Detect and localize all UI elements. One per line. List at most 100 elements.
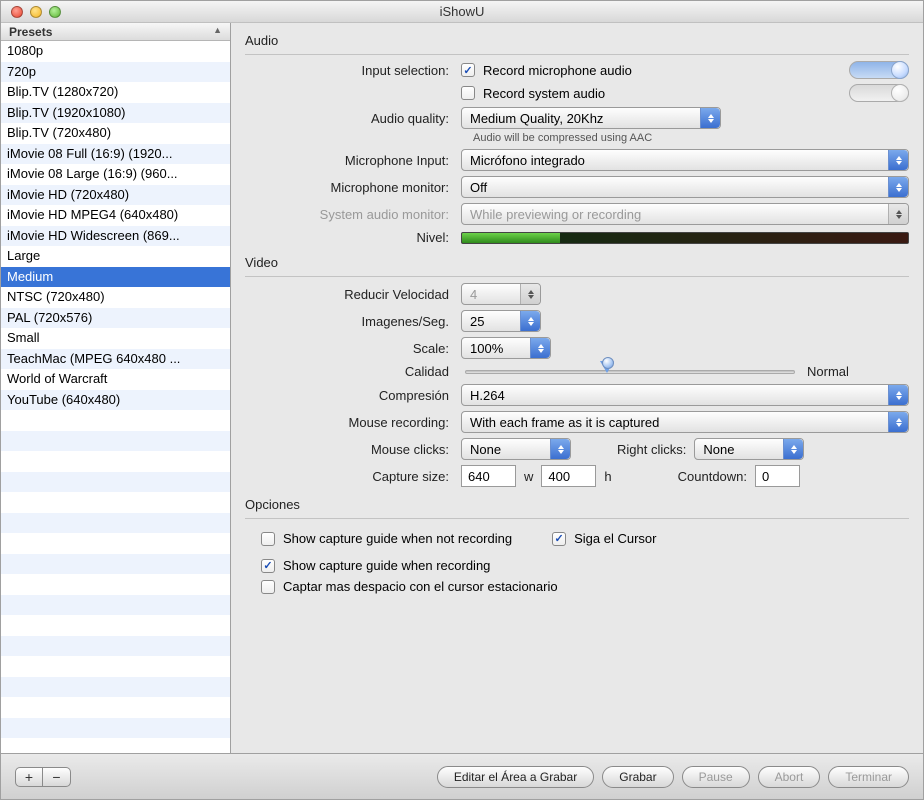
- preset-row[interactable]: [1, 595, 230, 616]
- preset-row[interactable]: [1, 451, 230, 472]
- show-guide-rec-label: Show capture guide when recording: [283, 558, 490, 573]
- mouse-recording-label: Mouse recording:: [231, 415, 461, 430]
- capture-width-input[interactable]: 640: [461, 465, 516, 487]
- sort-icon: ▲: [213, 25, 222, 40]
- preset-row[interactable]: [1, 472, 230, 493]
- reduce-speed-select: 4: [461, 283, 541, 305]
- mouse-clicks-label: Mouse clicks:: [231, 442, 461, 457]
- compression-select[interactable]: H.264: [461, 384, 909, 406]
- show-guide-notrec-label: Show capture guide when not recording: [283, 531, 512, 546]
- right-clicks-label: Right clicks:: [617, 442, 686, 457]
- sys-monitor-label: System audio monitor:: [231, 207, 461, 222]
- follow-cursor-checkbox[interactable]: [552, 532, 566, 546]
- record-mic-label: Record microphone audio: [483, 63, 632, 78]
- presets-header-label: Presets: [9, 25, 52, 40]
- preset-row[interactable]: NTSC (720x480): [1, 287, 230, 308]
- main-panel: Audio Input selection: Record microphone…: [231, 23, 923, 753]
- pause-button: Pause: [682, 766, 750, 788]
- preset-row[interactable]: [1, 636, 230, 657]
- preset-row[interactable]: [1, 533, 230, 554]
- input-selection-label: Input selection:: [231, 63, 461, 78]
- finish-button: Terminar: [828, 766, 909, 788]
- preset-row[interactable]: [1, 554, 230, 575]
- audio-quality-label: Audio quality:: [231, 111, 461, 126]
- level-label: Nivel:: [231, 230, 461, 245]
- countdown-input[interactable]: 0: [755, 465, 800, 487]
- fps-label: Imagenes/Seg.: [231, 314, 461, 329]
- audio-section-label: Audio: [245, 33, 909, 48]
- mic-monitor-label: Microphone monitor:: [231, 180, 461, 195]
- abort-button: Abort: [758, 766, 821, 788]
- preset-row[interactable]: Blip.TV (1920x1080): [1, 103, 230, 124]
- mic-input-select[interactable]: Micrófono integrado: [461, 149, 909, 171]
- preset-row[interactable]: World of Warcraft: [1, 369, 230, 390]
- footer-toolbar: + − Editar el Área a Grabar Grabar Pause…: [1, 753, 923, 799]
- preset-row[interactable]: Blip.TV (1280x720): [1, 82, 230, 103]
- preset-row[interactable]: [1, 513, 230, 534]
- preset-row[interactable]: iMovie HD (720x480): [1, 185, 230, 206]
- window: iShowU Presets ▲ 1080p720pBlip.TV (1280x…: [0, 0, 924, 800]
- compression-label: Compresión: [231, 388, 461, 403]
- mouse-recording-select[interactable]: With each frame as it is captured: [461, 411, 909, 433]
- add-preset-button[interactable]: +: [15, 767, 43, 787]
- preset-row[interactable]: [1, 431, 230, 452]
- preset-row[interactable]: iMovie HD Widescreen (869...: [1, 226, 230, 247]
- preset-row[interactable]: Medium: [1, 267, 230, 288]
- preset-row[interactable]: PAL (720x576): [1, 308, 230, 329]
- scale-select[interactable]: 100%: [461, 337, 551, 359]
- preset-row[interactable]: Small: [1, 328, 230, 349]
- record-system-checkbox[interactable]: [461, 86, 475, 100]
- preset-row[interactable]: [1, 697, 230, 718]
- scale-label: Scale:: [231, 341, 461, 356]
- slow-cursor-label: Captar mas despacio con el cursor estaci…: [283, 579, 558, 594]
- right-clicks-select[interactable]: None: [694, 438, 804, 460]
- fps-select[interactable]: 25: [461, 310, 541, 332]
- preset-row[interactable]: YouTube (640x480): [1, 390, 230, 411]
- preset-row[interactable]: [1, 492, 230, 513]
- system-audio-switch[interactable]: [849, 84, 909, 102]
- preset-row[interactable]: iMovie 08 Large (16:9) (960...: [1, 164, 230, 185]
- record-mic-checkbox[interactable]: [461, 63, 475, 77]
- preset-row[interactable]: TeachMac (MPEG 640x480 ...: [1, 349, 230, 370]
- quality-value-text: Normal: [807, 364, 849, 379]
- preset-row[interactable]: [1, 718, 230, 739]
- preset-row[interactable]: Large: [1, 246, 230, 267]
- audio-level-meter: [461, 232, 909, 244]
- record-system-label: Record system audio: [483, 86, 605, 101]
- mouse-clicks-select[interactable]: None: [461, 438, 571, 460]
- mic-input-label: Microphone Input:: [231, 153, 461, 168]
- remove-preset-button[interactable]: −: [43, 767, 71, 787]
- quality-slider-knob[interactable]: [600, 361, 614, 373]
- record-button[interactable]: Grabar: [602, 766, 673, 788]
- preset-row[interactable]: 720p: [1, 62, 230, 83]
- titlebar: iShowU: [1, 1, 923, 23]
- presets-sidebar: Presets ▲ 1080p720pBlip.TV (1280x720)Bli…: [1, 23, 231, 753]
- preset-list: 1080p720pBlip.TV (1280x720)Blip.TV (1920…: [1, 41, 230, 753]
- preset-row[interactable]: [1, 574, 230, 595]
- options-section-label: Opciones: [245, 497, 909, 512]
- preset-row[interactable]: iMovie HD MPEG4 (640x480): [1, 205, 230, 226]
- preset-row[interactable]: 1080p: [1, 41, 230, 62]
- slow-cursor-checkbox[interactable]: [261, 580, 275, 594]
- countdown-label: Countdown:: [678, 469, 747, 484]
- quality-slider[interactable]: [465, 370, 795, 374]
- capture-w-label: w: [524, 469, 533, 484]
- mic-enable-switch[interactable]: [849, 61, 909, 79]
- show-guide-rec-checkbox[interactable]: [261, 559, 275, 573]
- preset-row[interactable]: Blip.TV (720x480): [1, 123, 230, 144]
- video-section-label: Video: [245, 255, 909, 270]
- follow-cursor-label: Siga el Cursor: [574, 531, 656, 546]
- preset-row[interactable]: [1, 615, 230, 636]
- show-guide-notrec-checkbox[interactable]: [261, 532, 275, 546]
- preset-row[interactable]: [1, 656, 230, 677]
- quality-label: Calidad: [231, 364, 461, 379]
- presets-header[interactable]: Presets ▲: [1, 23, 230, 41]
- capture-height-input[interactable]: 400: [541, 465, 596, 487]
- edit-area-button[interactable]: Editar el Área a Grabar: [437, 766, 594, 788]
- capture-h-label: h: [604, 469, 611, 484]
- preset-row[interactable]: iMovie 08 Full (16:9) (1920...: [1, 144, 230, 165]
- audio-quality-select[interactable]: Medium Quality, 20Khz: [461, 107, 721, 129]
- mic-monitor-select[interactable]: Off: [461, 176, 909, 198]
- preset-row[interactable]: [1, 410, 230, 431]
- preset-row[interactable]: [1, 677, 230, 698]
